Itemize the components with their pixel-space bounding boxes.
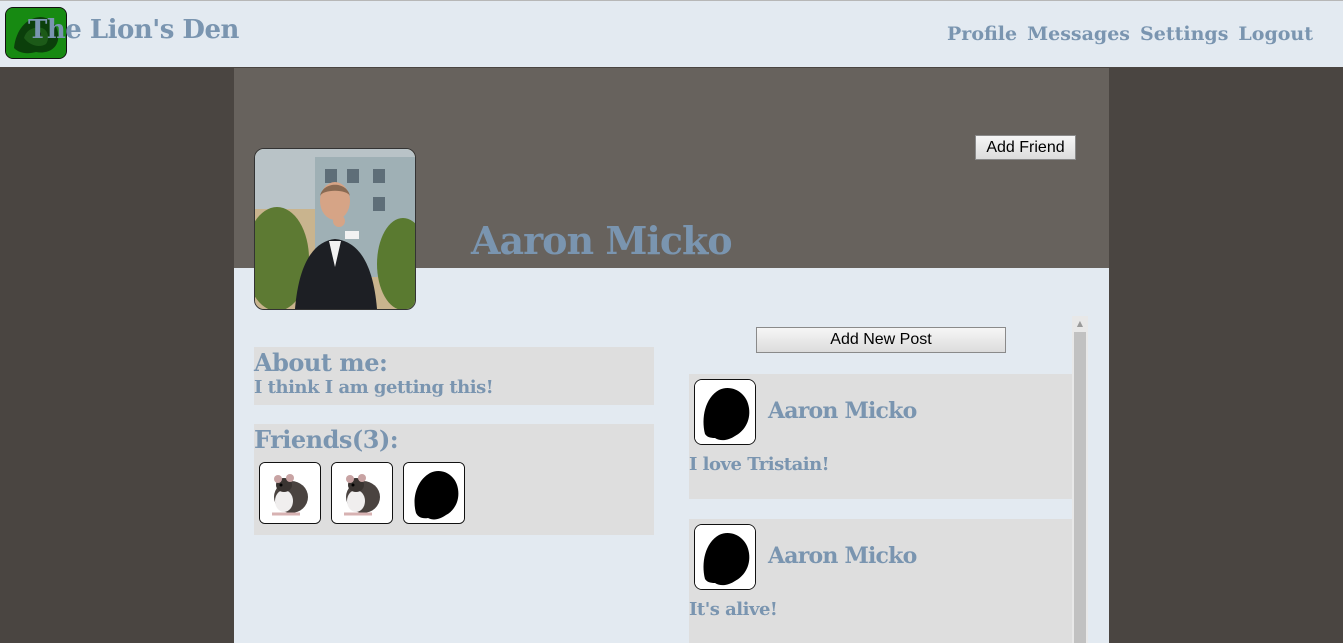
friends-heading: Friends(3):: [254, 425, 399, 454]
nav-messages-link[interactable]: Messages: [1027, 23, 1130, 45]
about-text: I think I am getting this!: [254, 377, 494, 398]
main-nav: Profile Messages Settings Logout: [947, 23, 1313, 45]
scroll-up-arrow-icon[interactable]: ▲: [1072, 316, 1088, 330]
friends-list: [259, 462, 465, 524]
friend-lion-avatar-icon[interactable]: [403, 462, 465, 524]
post-author[interactable]: Aaron Micko: [768, 398, 917, 424]
about-heading: About me:: [254, 348, 388, 377]
nav-settings-link[interactable]: Settings: [1140, 23, 1228, 45]
post-card: Aaron Micko I love Tristain!: [689, 374, 1073, 499]
add-friend-button[interactable]: Add Friend: [975, 135, 1076, 160]
posts-scrollbar[interactable]: ▲: [1072, 316, 1088, 643]
post-author[interactable]: Aaron Micko: [768, 543, 917, 569]
lion-avatar-icon[interactable]: [694, 379, 756, 445]
top-navigation-bar: The Lion's Den Profile Messages Settings…: [0, 0, 1343, 67]
profile-content: Add Friend Aaron Micko About me: I think…: [234, 68, 1109, 643]
profile-name: Aaron Micko: [471, 218, 733, 263]
lion-avatar-icon[interactable]: [694, 524, 756, 590]
add-new-post-button[interactable]: Add New Post: [756, 327, 1006, 353]
friends-section: Friends(3):: [254, 424, 654, 535]
friend-rat-avatar-icon[interactable]: [259, 462, 321, 524]
about-section: About me: I think I am getting this!: [254, 347, 654, 405]
post-body: I love Tristain!: [689, 454, 830, 475]
post-body: It's alive!: [689, 599, 778, 620]
nav-logout-link[interactable]: Logout: [1238, 23, 1313, 45]
site-title[interactable]: The Lion's Den: [28, 15, 239, 45]
scrollbar-thumb[interactable]: [1074, 332, 1086, 643]
nav-profile-link[interactable]: Profile: [947, 23, 1017, 45]
post-card: Aaron Micko It's alive!: [689, 519, 1073, 643]
posts-feed[interactable]: Add New Post Aaron Micko I love Tristain…: [689, 316, 1073, 643]
profile-avatar: [254, 148, 416, 310]
friend-rat-avatar-icon[interactable]: [331, 462, 393, 524]
